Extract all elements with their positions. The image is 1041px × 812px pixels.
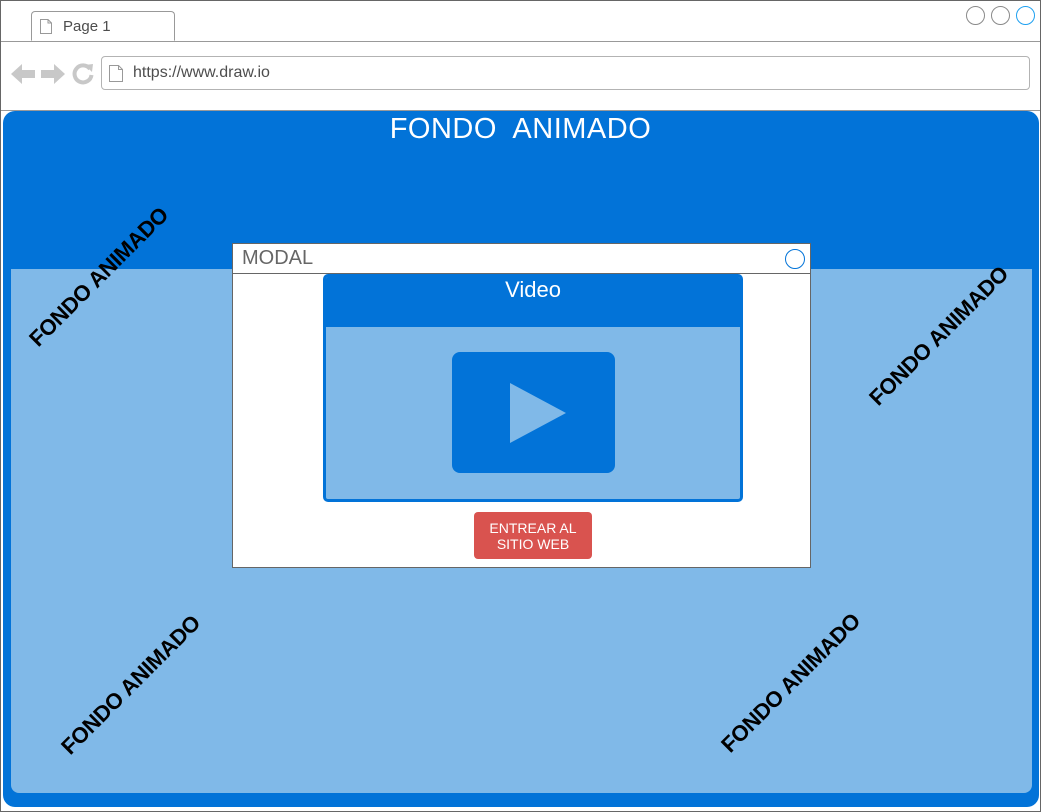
document-icon <box>109 65 123 82</box>
forward-arrow-icon[interactable] <box>41 64 65 84</box>
modal-header: MODAL <box>233 244 810 274</box>
enter-website-button[interactable]: ENTREAR AL SITIO WEB <box>474 512 592 559</box>
url-text: https://www.draw.io <box>133 64 270 81</box>
reload-icon[interactable] <box>72 63 94 85</box>
play-button[interactable] <box>452 352 615 473</box>
modal-title: MODAL <box>242 247 314 269</box>
page-title: FONDO ANIMADO <box>389 113 652 145</box>
modal-dialog: MODAL Video ENTREAR AL SITIO WEB <box>232 243 811 568</box>
browser-window: Page 1 https://www.draw.io FONDO ANIMADO… <box>0 0 1041 812</box>
video-header: Video <box>326 277 740 327</box>
play-icon <box>510 383 566 443</box>
minimize-button[interactable] <box>966 6 985 25</box>
tab-page-1[interactable]: Page 1 <box>31 11 175 41</box>
tab-label: Page 1 <box>63 18 111 35</box>
close-window-button[interactable] <box>1016 6 1035 25</box>
video-title: Video <box>505 277 561 302</box>
tab-strip: Page 1 <box>1 1 1040 42</box>
video-player[interactable]: Video <box>323 274 743 502</box>
back-arrow-icon[interactable] <box>11 64 35 84</box>
maximize-button[interactable] <box>991 6 1010 25</box>
address-bar[interactable]: https://www.draw.io <box>101 56 1030 90</box>
document-icon <box>40 19 52 34</box>
navigation-bar: https://www.draw.io <box>1 42 1040 111</box>
close-circle-icon[interactable] <box>785 249 805 269</box>
